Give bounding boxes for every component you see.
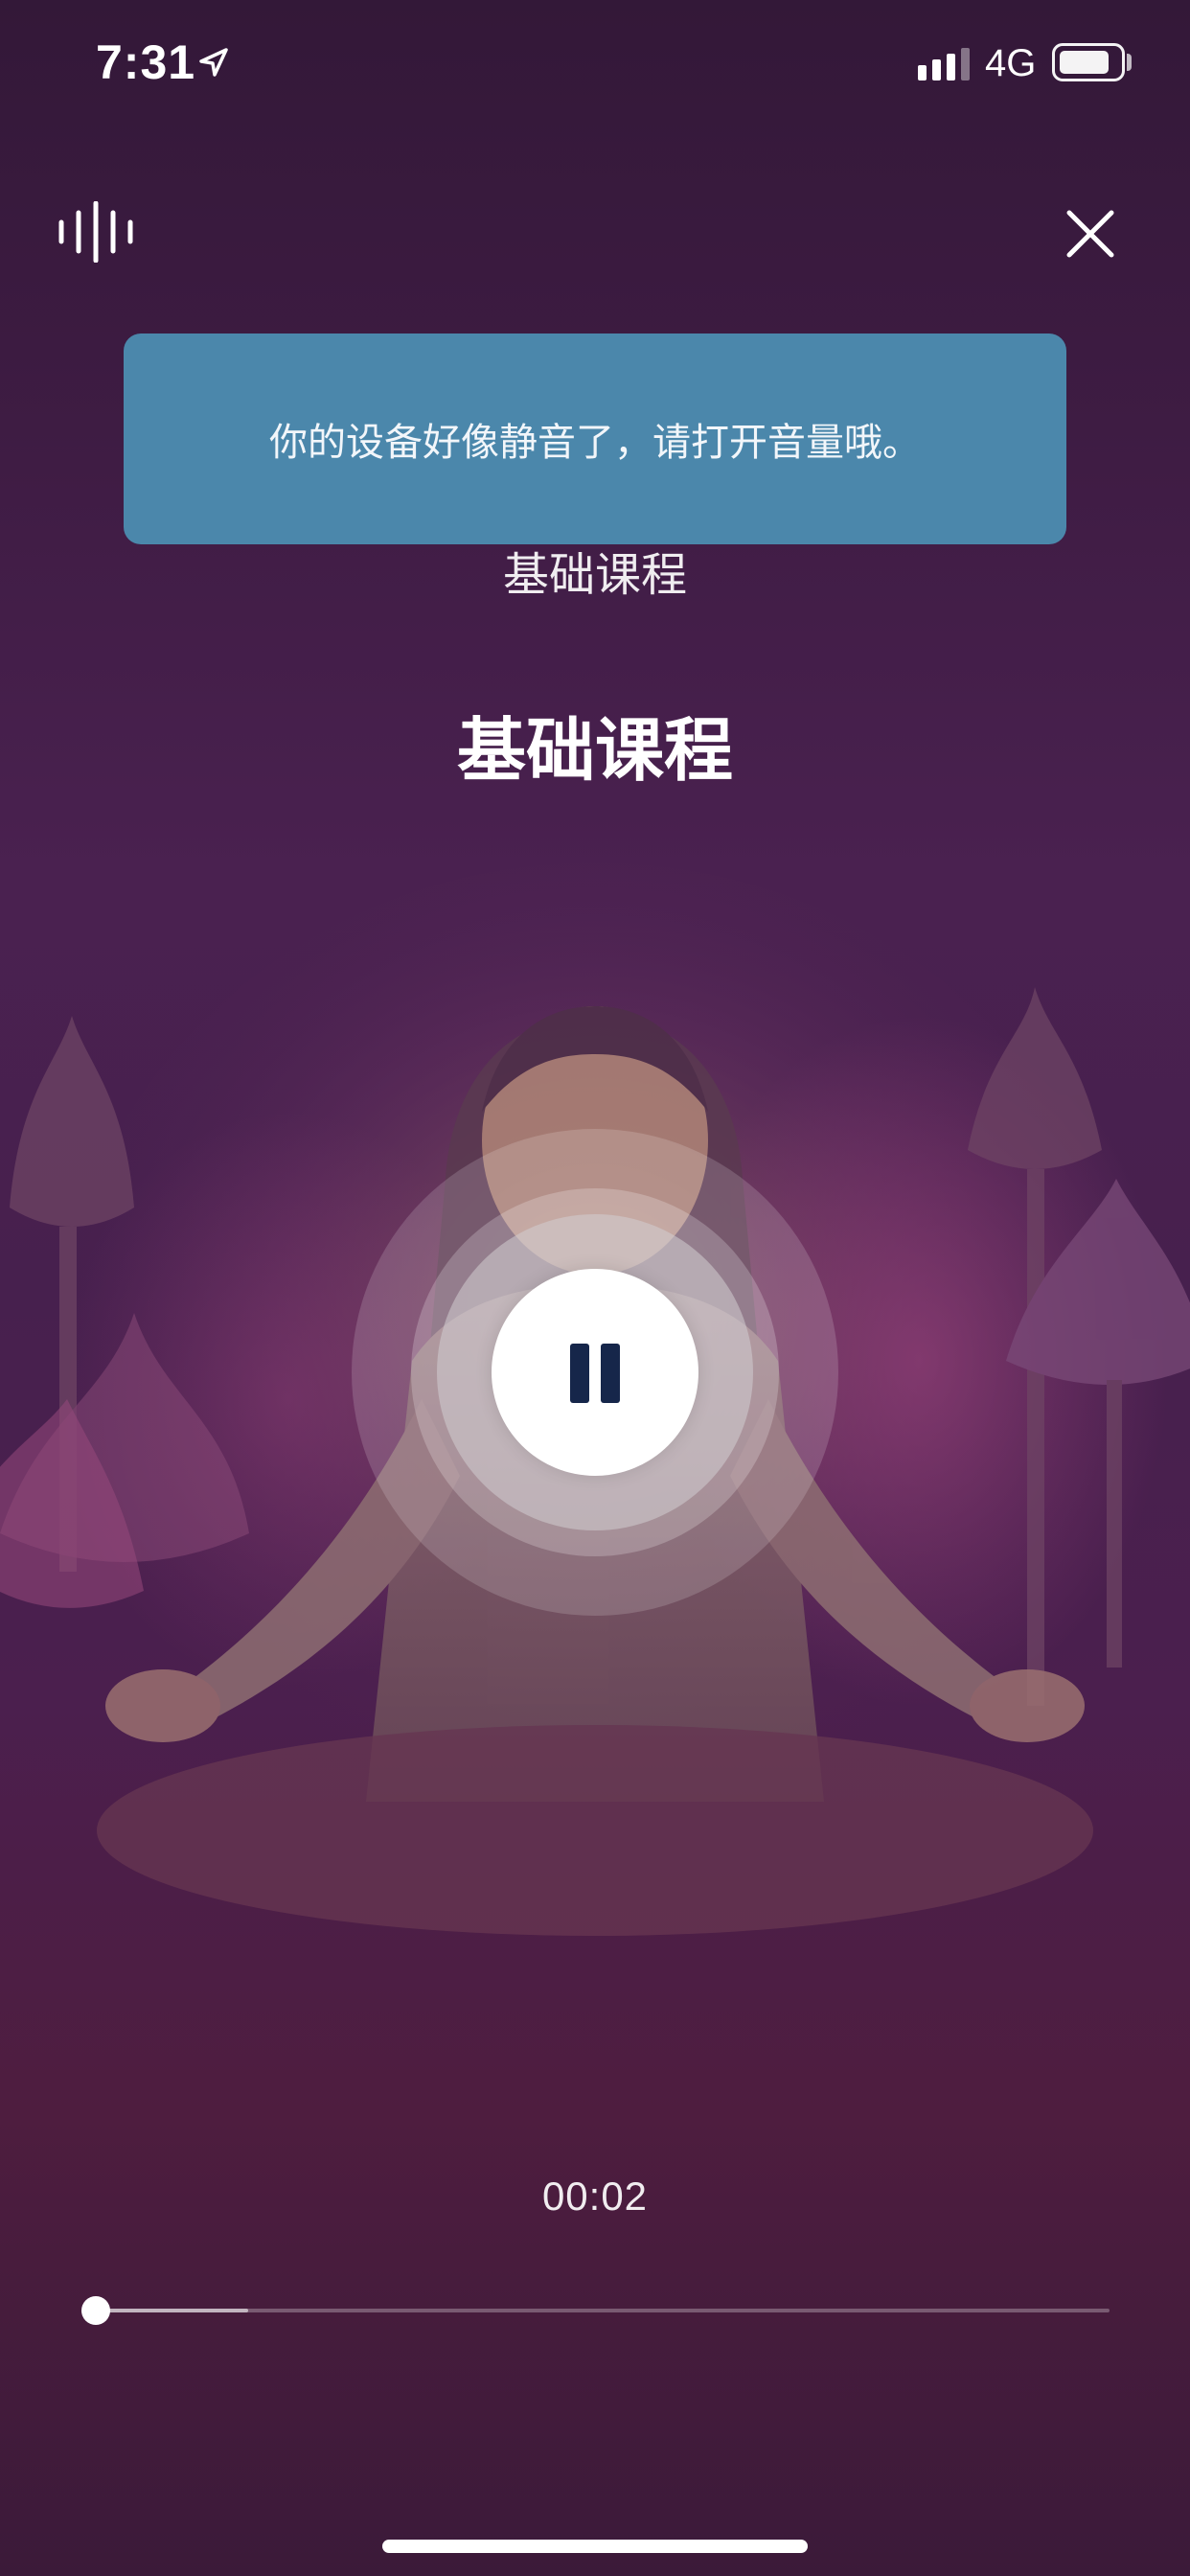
signal-icon [918,48,970,80]
status-time: 7:31 [96,35,196,89]
battery-icon [1052,43,1125,81]
course-subtitle: 基础课程 [502,548,687,602]
progress-track[interactable] [96,2309,1110,2312]
progress-thumb[interactable] [81,2296,110,2325]
location-arrow-icon [199,48,228,77]
mute-warning-toast: 你的设备好像静音了，请打开音量哦。 [124,334,1066,544]
sound-wave-icon[interactable] [57,201,140,263]
toast-message: 你的设备好像静音了，请打开音量哦。 [269,421,921,465]
pause-button[interactable] [492,1269,698,1476]
battery-cap [1127,54,1132,71]
progress-fill [96,2309,248,2312]
pause-icon [601,1344,620,1403]
pause-icon [570,1344,589,1403]
course-title: 基础课程 [456,710,733,791]
network-type: 4G [985,42,1037,84]
elapsed-time: 00:02 [541,2174,649,2219]
close-icon[interactable] [1065,209,1115,259]
home-indicator [382,2540,808,2553]
